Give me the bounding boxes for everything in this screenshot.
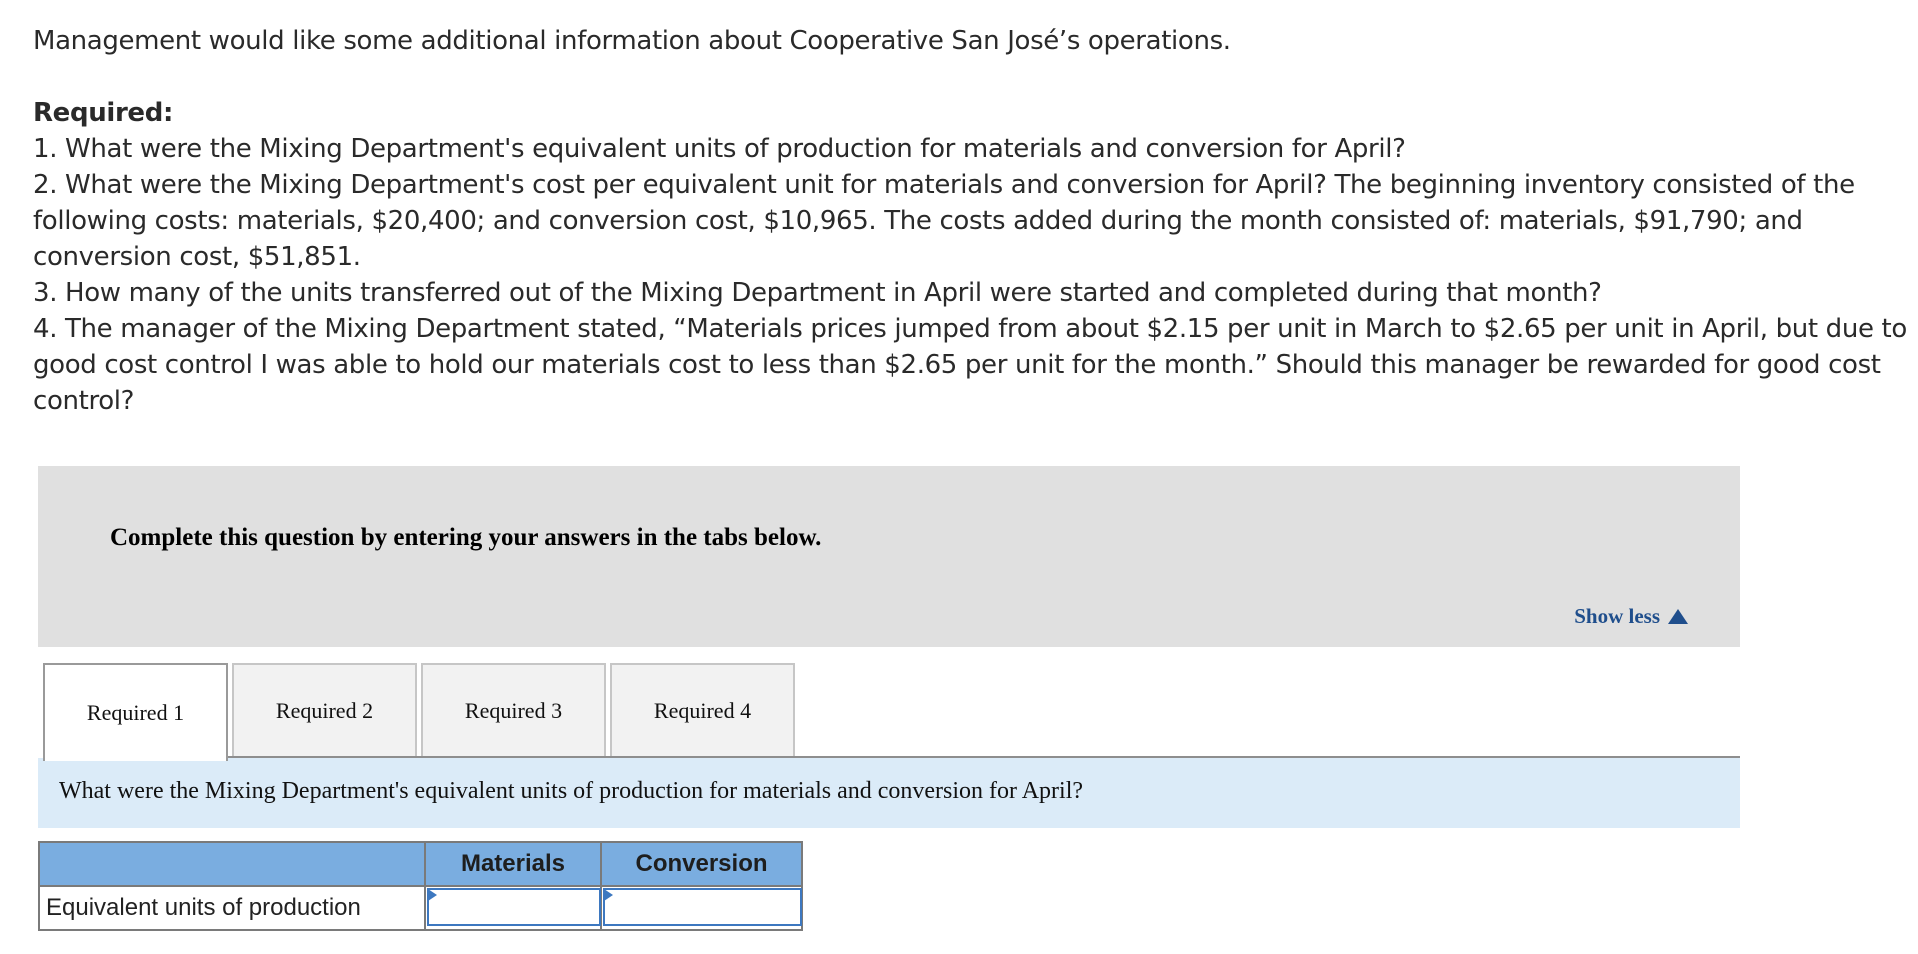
tab-required-4[interactable]: Required 4 (610, 663, 795, 757)
tab-label: Required 2 (275, 698, 374, 723)
show-less-toggle[interactable]: Show less (1574, 604, 1688, 629)
required-item-4: 4. The manager of the Mixing Department … (33, 314, 1907, 416)
header-blank (38, 841, 426, 887)
table-row: Equivalent units of production (38, 885, 803, 931)
show-less-label: Show less (1574, 604, 1660, 628)
materials-input[interactable] (427, 888, 601, 926)
question-text: What were the Mixing Department's equiva… (59, 778, 1084, 804)
tab-label: Required 3 (464, 698, 563, 723)
tab-required-2[interactable]: Required 2 (232, 663, 417, 757)
required-heading: Required: (33, 98, 174, 128)
conversion-cell (600, 885, 803, 931)
required-item-2: 2. What were the Mixing Department's cos… (33, 170, 1855, 272)
problem-statement: Management would like some additional in… (33, 23, 1918, 419)
required-tabs: Required 1 Required 2 Required 3 Require… (43, 663, 795, 761)
equivalent-units-table: Materials Conversion Equivalent units of… (38, 841, 803, 931)
instructions-text: Complete this question by entering your … (110, 524, 822, 551)
question-banner: What were the Mixing Department's equiva… (38, 758, 1740, 828)
conversion-input[interactable] (603, 888, 802, 926)
header-conversion: Conversion (600, 841, 803, 887)
table-header-row: Materials Conversion (38, 841, 803, 887)
required-item-3: 3. How many of the units transferred out… (33, 278, 1602, 308)
tab-required-1[interactable]: Required 1 (43, 663, 228, 761)
triangle-up-icon (1668, 609, 1688, 624)
header-materials: Materials (424, 841, 602, 887)
tab-label: Required 1 (86, 700, 185, 725)
tab-label: Required 4 (653, 698, 752, 723)
intro-lead: Management would like some additional in… (33, 26, 1231, 56)
instructions-panel: Complete this question by entering your … (38, 466, 1740, 647)
row-label: Equivalent units of production (38, 885, 426, 931)
tab-required-3[interactable]: Required 3 (421, 663, 606, 757)
required-item-1: 1. What were the Mixing Department's equ… (33, 134, 1406, 164)
materials-cell (424, 885, 602, 931)
